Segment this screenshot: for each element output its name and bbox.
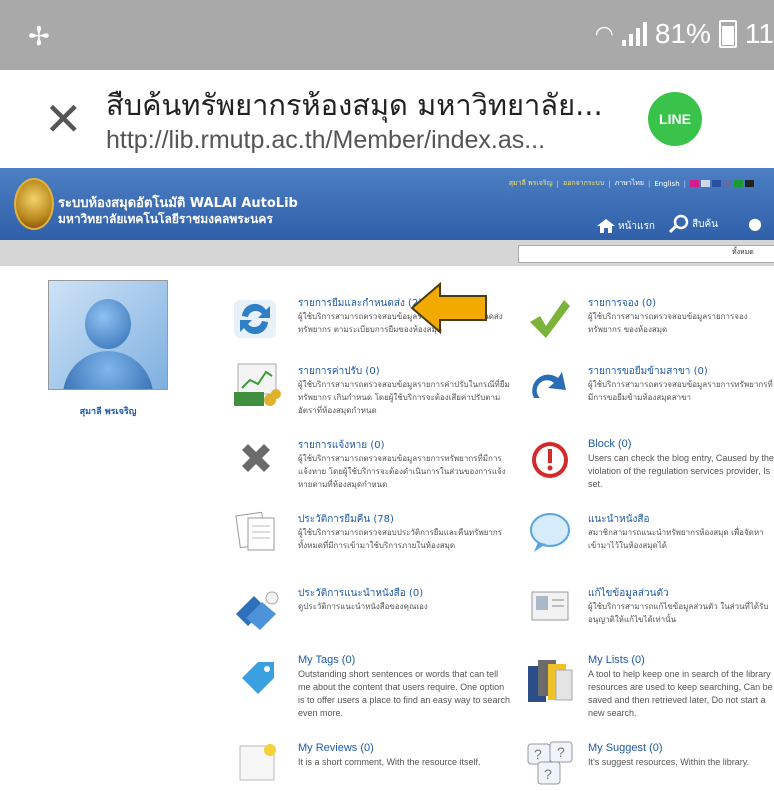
search-bar: ทั้งหมด <box>0 240 774 266</box>
thai-language-link[interactable]: ภาษาไทย <box>615 178 644 189</box>
lists-title[interactable]: My Lists (0) <box>588 654 645 666</box>
recommend-title[interactable]: แนะนำหนังสือ <box>588 512 650 527</box>
nav-home[interactable]: หน้าแรก <box>596 218 655 234</box>
english-language-link[interactable]: English <box>654 180 679 188</box>
recommend-desc: สมาชิกสามารถแนะนำทรัพยากรห้องสมุด เพื่อจ… <box>588 528 764 550</box>
line-share-button[interactable]: LINE <box>648 92 702 146</box>
page-url[interactable]: http://lib.rmutp.ac.th/Member/index.as..… <box>106 126 545 155</box>
battery-percent: 81% <box>654 18 711 49</box>
search-scope[interactable]: ทั้งหมด <box>732 247 754 258</box>
interloan-desc: ผู้ใช้บริการสามารถตรวจสอบข้อมูลรายการทรั… <box>588 380 773 402</box>
logout-link[interactable]: ออกจากระบบ <box>563 178 604 189</box>
home-icon <box>597 219 615 233</box>
reviews-desc: It is a short comment, With the resource… <box>298 757 481 767</box>
status-indicators: ◠ 81% 11 <box>595 18 774 50</box>
documents-icon <box>235 511 275 551</box>
pinwheel-icon: ✢ <box>28 22 50 52</box>
svg-text:?: ? <box>544 766 552 782</box>
top-links: สุมาลี พรเจริญ | ออกจากระบบ | ภาษาไทย | … <box>509 178 754 189</box>
svg-text:?: ? <box>534 746 542 762</box>
site-banner: ระบบห้องสมุดอัตโนมัติ WALAI AutoLib มหาว… <box>0 168 774 240</box>
avatar <box>48 280 168 390</box>
rec-history-title[interactable]: ประวัติการแนะนำหนังสือ (0) <box>298 586 423 601</box>
lost-desc: ผู้ใช้บริการสามารถตรวจสอบข้อมูลรายการทรั… <box>298 454 506 489</box>
interloan-title[interactable]: รายการขอยืมข้ามสาขา (0) <box>588 364 708 379</box>
block-title[interactable]: Block (0) <box>588 438 631 450</box>
id-card-icon <box>531 591 569 621</box>
user-icon[interactable]: ● <box>748 214 762 233</box>
search-icon <box>668 214 689 234</box>
books-icon <box>236 591 279 630</box>
lists-desc: A tool to help keep one in search of the… <box>588 669 773 718</box>
note-icon <box>239 744 276 781</box>
check-icon <box>530 300 570 338</box>
fines-title[interactable]: รายการค่าปรับ (0) <box>298 364 380 379</box>
user-link[interactable]: สุมาลี พรเจริญ <box>509 178 553 189</box>
battery-icon <box>718 20 737 48</box>
reserve-desc: ผู้ใช้บริการสามารถตรวจสอบข้อมูลรายการจอง… <box>588 312 748 334</box>
edit-profile-desc: ผู้ใช้บริการสามารถแก้ไขข้อมูลส่วนตัว ในส… <box>588 602 769 624</box>
browser-header: ✕ สืบค้นทรัพยากรห้องสมุด มหาวิทยาลัย... … <box>0 70 774 168</box>
block-desc: Users can check the blog entry, Caused b… <box>588 453 774 489</box>
university-logo <box>14 178 54 230</box>
suggest-desc: It's suggest resources, Within the libra… <box>588 757 750 767</box>
svg-text:?: ? <box>557 744 565 760</box>
alert-icon <box>532 442 568 478</box>
tags-title[interactable]: My Tags (0) <box>298 654 355 666</box>
fines-desc: ผู้ใช้บริการสามารถตรวจสอบข้อมูลรายการค่า… <box>298 380 510 415</box>
theme-swatches[interactable] <box>690 180 754 187</box>
x-mark-icon <box>242 444 270 472</box>
suggest-title[interactable]: My Suggest (0) <box>588 742 663 754</box>
nav-search-label: สืบค้น <box>692 218 718 230</box>
redo-arrow-icon <box>532 372 566 398</box>
reviews-title[interactable]: My Reviews (0) <box>298 742 374 754</box>
history-title[interactable]: ประวัติการยืมคืน (78) <box>298 512 394 527</box>
folders-icon <box>528 660 573 702</box>
signal-icon <box>621 22 647 46</box>
university-name: มหาวิทยาลัยเทคโนโลยีราชมงคลพระนคร <box>58 212 273 226</box>
page-title: สืบค้นทรัพยากรห้องสมุด มหาวิทยาลัย... <box>106 88 603 122</box>
profile-name[interactable]: สุมาลี พรเจริญ <box>48 404 168 418</box>
wifi-icon: ◠ <box>594 21 614 46</box>
refresh-icon <box>234 300 276 338</box>
tag-icon <box>242 662 274 694</box>
speech-bubble-icon <box>530 513 570 552</box>
tags-desc: Outstanding short sentences or words tha… <box>298 669 510 718</box>
borrow-title[interactable]: รายการยืมและกำหนดส่ง (2) <box>298 296 422 311</box>
reserve-title[interactable]: รายการจอง (0) <box>588 296 656 311</box>
money-chart-icon <box>234 363 281 406</box>
edit-profile-title[interactable]: แก้ไขข้อมูลส่วนตัว <box>588 586 669 601</box>
rec-history-desc: ดูประวัติการแนะนำหนังสือของคุณเอง <box>298 602 428 611</box>
close-icon[interactable]: ✕ <box>44 96 83 142</box>
nav-search[interactable]: สืบค้น <box>668 214 718 234</box>
history-desc: ผู้ใช้บริการสามารถตรวจสอบประวัติการยืมแล… <box>298 528 503 550</box>
annotation-arrow-icon <box>410 282 487 334</box>
nav-home-label: หน้าแรก <box>618 220 655 232</box>
status-bar: ✢ ◠ 81% 11 <box>0 0 774 70</box>
clock: 11 <box>744 18 774 49</box>
question-icon: ? ? ? <box>527 741 573 785</box>
lost-title[interactable]: รายการแจ้งหาย (0) <box>298 438 384 453</box>
